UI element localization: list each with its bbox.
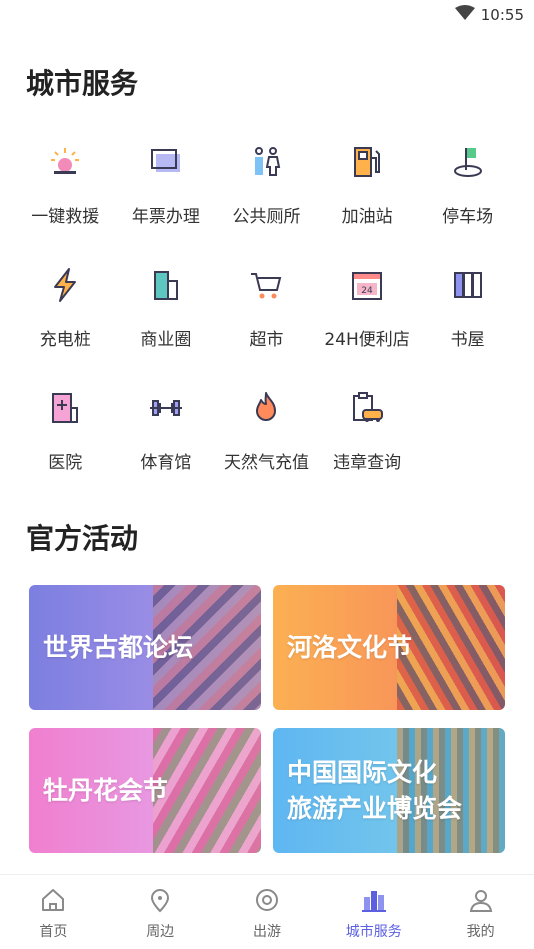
tab-mine[interactable]: 我的 <box>427 875 534 949</box>
travel-icon <box>252 885 282 915</box>
dumbbell-icon <box>146 388 186 428</box>
shopping-cart-icon <box>246 265 286 305</box>
restroom-icon <box>246 142 286 182</box>
service-charging[interactable]: 充电桩 <box>15 265 116 358</box>
card-title: 河洛文化节 <box>287 632 413 662</box>
service-label: 超市 <box>249 330 284 350</box>
activities-grid: 世界古都论坛 河洛文化节 牡丹花会节 中国国际文化 旅游产业博览会 <box>0 585 534 853</box>
location-pin-icon <box>145 885 175 915</box>
service-annual-ticket[interactable]: 年票办理 <box>116 142 217 235</box>
card-photo <box>153 728 261 853</box>
service-convenience-store[interactable]: 24 24H便利店 <box>317 265 418 358</box>
clock-time: 10:55 <box>480 6 524 24</box>
page-title: 城市服务 <box>26 67 139 100</box>
service-label: 24H便利店 <box>324 330 410 350</box>
ticket-card-icon <box>146 142 186 182</box>
card-title: 世界古都论坛 <box>43 632 194 662</box>
service-label: 年票办理 <box>131 207 200 227</box>
service-business-district[interactable]: 商业圈 <box>116 265 217 358</box>
siren-icon <box>45 142 85 182</box>
service-label: 加油站 <box>341 207 393 227</box>
activity-card-ancient-capital-forum[interactable]: 世界古都论坛 <box>29 585 261 710</box>
service-violation-query[interactable]: 违章查询 <box>317 388 418 481</box>
hospital-icon <box>45 388 85 428</box>
tab-nearby[interactable]: 周边 <box>107 875 214 949</box>
service-parking[interactable]: 停车场 <box>417 142 518 235</box>
service-label: 书屋 <box>450 330 485 350</box>
activity-card-heluo-culture-festival[interactable]: 河洛文化节 <box>273 585 505 710</box>
building-icon <box>146 265 186 305</box>
car-clipboard-icon <box>347 388 387 428</box>
service-gas-station[interactable]: 加油站 <box>317 142 418 235</box>
service-gym[interactable]: 体育馆 <box>116 388 217 481</box>
service-label: 一键救援 <box>31 207 100 227</box>
lightning-icon <box>45 265 85 305</box>
service-gas-recharge[interactable]: 天然气充值 <box>216 388 317 481</box>
store-24h-icon: 24 <box>347 265 387 305</box>
service-label: 停车场 <box>442 207 494 227</box>
tab-city-services[interactable]: 城市服务 <box>320 875 427 949</box>
card-photo <box>397 585 505 710</box>
home-icon <box>38 885 68 915</box>
card-title: 中国国际文化 旅游产业博览会 <box>287 757 463 823</box>
person-icon <box>466 885 496 915</box>
svg-text:24: 24 <box>361 286 373 296</box>
service-supermarket[interactable]: 超市 <box>216 265 317 358</box>
service-label: 违章查询 <box>333 453 402 473</box>
activity-card-peony-festival[interactable]: 牡丹花会节 <box>29 728 261 853</box>
bottom-tab-bar: 首页 周边 出游 城市服务 我的 <box>0 874 534 949</box>
fuel-pump-icon <box>347 142 387 182</box>
section-title: 官方活动 <box>26 522 139 555</box>
wifi-icon <box>454 5 475 25</box>
service-label: 医院 <box>48 453 83 473</box>
service-hospital[interactable]: 医院 <box>15 388 116 481</box>
service-label: 充电桩 <box>39 330 91 350</box>
service-label: 体育馆 <box>140 453 192 473</box>
books-icon <box>448 265 488 305</box>
tab-home[interactable]: 首页 <box>0 875 107 949</box>
service-rescue[interactable]: 一键救援 <box>15 142 116 235</box>
flame-icon <box>246 388 286 428</box>
service-restroom[interactable]: 公共厕所 <box>216 142 317 235</box>
service-bookstore[interactable]: 书屋 <box>417 265 518 358</box>
tab-travel[interactable]: 出游 <box>214 875 321 949</box>
services-grid: 一键救援 年票办理 公共厕所 加油站 停车场 充电桩 商业圈 超市 24 24H… <box>0 142 534 481</box>
service-label: 公共厕所 <box>232 207 301 227</box>
status-bar: 10:55 <box>0 0 534 30</box>
service-label: 商业圈 <box>140 330 192 350</box>
card-title: 牡丹花会节 <box>43 775 169 805</box>
city-buildings-icon <box>359 885 389 915</box>
service-label: 天然气充值 <box>223 453 309 473</box>
parking-icon <box>448 142 488 182</box>
activity-card-culture-tourism-expo[interactable]: 中国国际文化 旅游产业博览会 <box>273 728 505 853</box>
